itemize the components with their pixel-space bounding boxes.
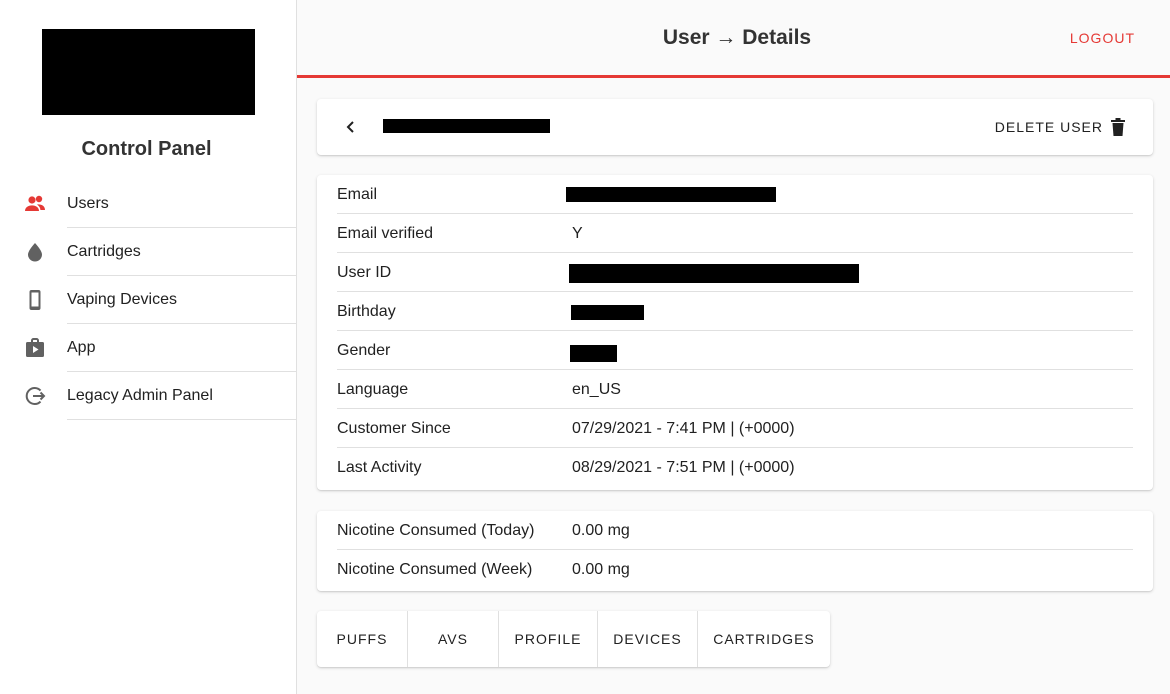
tab-devices[interactable]: DEVICES — [598, 611, 698, 667]
nicotine-value: 0.00 mg — [572, 522, 630, 539]
detail-row-language: Language en_US — [337, 370, 1133, 409]
gender-redacted — [570, 345, 617, 362]
sidebar-item-legacy-admin-panel[interactable]: Legacy Admin Panel — [0, 372, 296, 420]
detail-label: Email verified — [337, 225, 434, 242]
tab-avs[interactable]: AVS — [408, 611, 499, 667]
nicotine-label: Nicotine Consumed (Week) — [337, 561, 533, 578]
sidebar-item-app[interactable]: App — [0, 324, 296, 372]
nicotine-card: Nicotine Consumed (Today) 0.00 mg Nicoti… — [317, 511, 1153, 591]
user-tabs: PUFFS AVS PROFILE DEVICES CARTRIDGES — [317, 611, 830, 667]
birthday-redacted — [571, 305, 644, 320]
sidebar: Control Panel Users Cartridges Vaping De… — [0, 0, 297, 694]
sidebar-item-label: Vaping Devices — [67, 291, 177, 308]
detail-value: en_US — [572, 381, 621, 398]
sidebar-item-label: App — [67, 339, 96, 356]
detail-row-customer-since: Customer Since 07/29/2021 - 7:41 PM | (+… — [337, 409, 1133, 448]
nicotine-row-today: Nicotine Consumed (Today) 0.00 mg — [337, 511, 1133, 550]
detail-label: Gender — [337, 342, 391, 359]
drop-icon — [23, 240, 47, 264]
delete-user-label: DELETE USER — [994, 119, 1103, 135]
user-details-card: Email Email verified Y User ID Birthday … — [317, 175, 1153, 490]
detail-label: Last Activity — [337, 459, 422, 476]
nicotine-label: Nicotine Consumed (Today) — [337, 522, 535, 539]
tab-puffs[interactable]: PUFFS — [317, 611, 408, 667]
detail-row-user-id: User ID — [337, 253, 1133, 292]
sidebar-item-label: Cartridges — [67, 243, 141, 260]
user-name-redacted — [383, 119, 550, 133]
detail-label: Customer Since — [337, 420, 451, 437]
logo-redacted — [42, 29, 255, 115]
detail-row-email: Email — [337, 175, 1133, 214]
detail-value: 07/29/2021 - 7:41 PM | (+0000) — [572, 420, 795, 437]
chevron-left-icon — [346, 121, 354, 133]
detail-row-last-activity: Last Activity 08/29/2021 - 7:51 PM | (+0… — [337, 448, 1133, 487]
tab-profile[interactable]: PROFILE — [499, 611, 598, 667]
detail-label: Email — [337, 186, 378, 203]
sidebar-item-vaping-devices[interactable]: Vaping Devices — [0, 276, 296, 324]
detail-label: Birthday — [337, 303, 396, 320]
users-icon — [23, 192, 47, 216]
email-redacted — [566, 187, 776, 202]
page-title: User → Details — [662, 26, 812, 49]
trash-icon — [1111, 118, 1125, 136]
detail-row-birthday: Birthday — [337, 292, 1133, 331]
detail-row-gender: Gender — [337, 331, 1133, 370]
detail-value: 08/29/2021 - 7:51 PM | (+0000) — [572, 459, 795, 476]
back-button[interactable] — [339, 113, 363, 141]
detail-label: User ID — [337, 264, 392, 281]
user-toolbar-card: DELETE USER — [317, 99, 1153, 155]
nicotine-row-week: Nicotine Consumed (Week) 0.00 mg — [337, 550, 1133, 589]
detail-label: Language — [337, 381, 409, 398]
sidebar-item-users[interactable]: Users — [0, 180, 296, 228]
sidebar-item-label: Legacy Admin Panel — [67, 387, 213, 404]
detail-value: Y — [572, 225, 583, 242]
app-header: User → Details LOGOUT — [297, 0, 1170, 78]
sidebar-item-cartridges[interactable]: Cartridges — [0, 228, 296, 276]
tab-cartridges[interactable]: CARTRIDGES — [698, 611, 830, 667]
sidebar-title: Control Panel — [81, 138, 212, 160]
logout-button[interactable]: LOGOUT — [1070, 30, 1135, 46]
sidebar-nav: Users Cartridges Vaping Devices App Lega… — [0, 180, 296, 420]
logout-circle-icon — [23, 384, 47, 408]
user-id-redacted — [569, 264, 859, 283]
detail-row-email-verified: Email verified Y — [337, 214, 1133, 253]
phone-icon — [23, 288, 47, 312]
nicotine-value: 0.00 mg — [572, 561, 630, 578]
sidebar-item-label: Users — [67, 195, 109, 212]
delete-user-button[interactable]: DELETE USER — [995, 115, 1125, 139]
store-bag-icon — [23, 336, 47, 360]
